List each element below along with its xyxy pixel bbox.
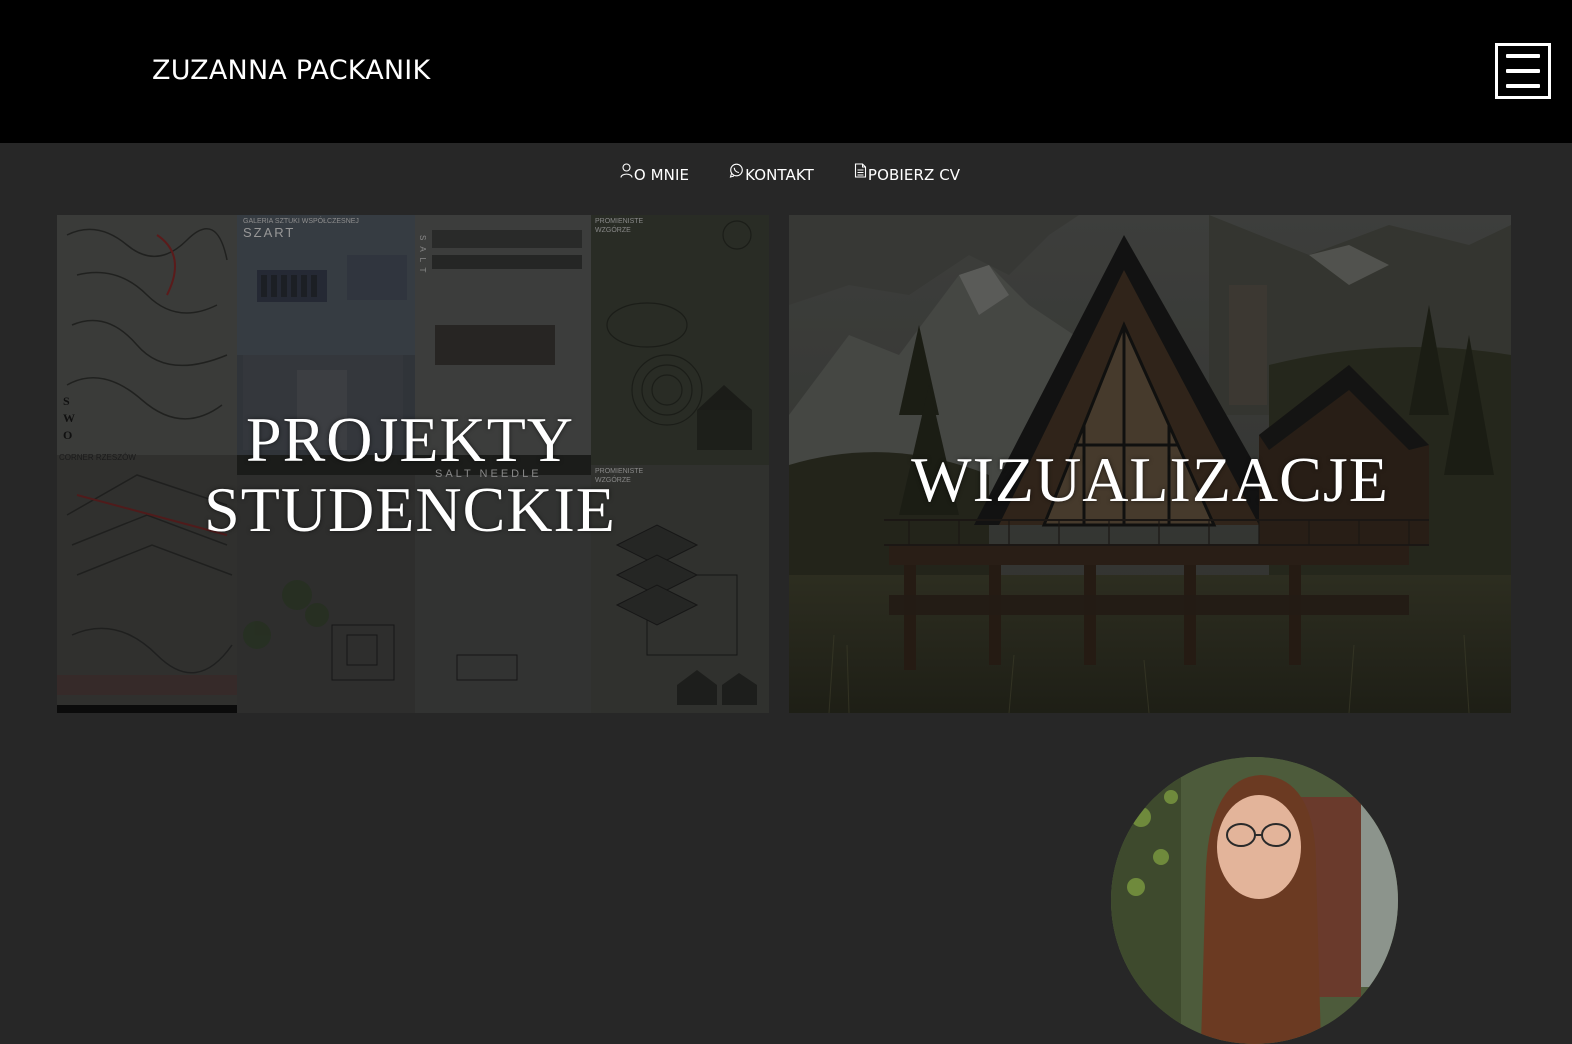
visualizations-label: WIZUALIZACJE [911,444,1389,515]
student-projects-tile[interactable]: SWO CORNER RZESZÓW GALERIA SZTUKI WSPÓŁC… [57,215,769,713]
site-title[interactable]: ZUZANNA PACKANIK [152,55,430,86]
hamburger-menu-icon[interactable] [1495,43,1551,99]
profile-photo [1111,757,1398,1044]
site-header: ZUZANNA PACKANIK [0,0,1572,143]
nav-o-mnie-label: O MNIE [633,166,690,184]
nav-kontakt[interactable]: KONTAKT [729,163,814,184]
visualizations-tile[interactable]: WIZUALIZACJE [789,215,1511,713]
student-projects-label-line2: STUDENCKIE [204,474,616,546]
profile-photo-image [1111,757,1398,1044]
nav-kontakt-label: KONTAKT [745,166,814,184]
menu-bar [1506,69,1540,73]
whatsapp-icon [729,163,743,178]
sub-navigation: O MNIE KONTAKT POBIERZ CV [0,143,1572,207]
student-projects-label-line1: PROJEKTY [245,404,575,475]
nav-pobierz-cv-label: POBIERZ CV [867,166,961,184]
document-icon [854,163,866,178]
user-icon [620,163,633,178]
nav-o-mnie[interactable]: O MNIE [620,163,690,184]
menu-bar [1506,84,1540,88]
student-projects-label: PROJEKTY STUDENCKIE [57,404,769,546]
menu-bar [1506,54,1540,58]
nav-pobierz-cv[interactable]: POBIERZ CV [854,163,961,184]
